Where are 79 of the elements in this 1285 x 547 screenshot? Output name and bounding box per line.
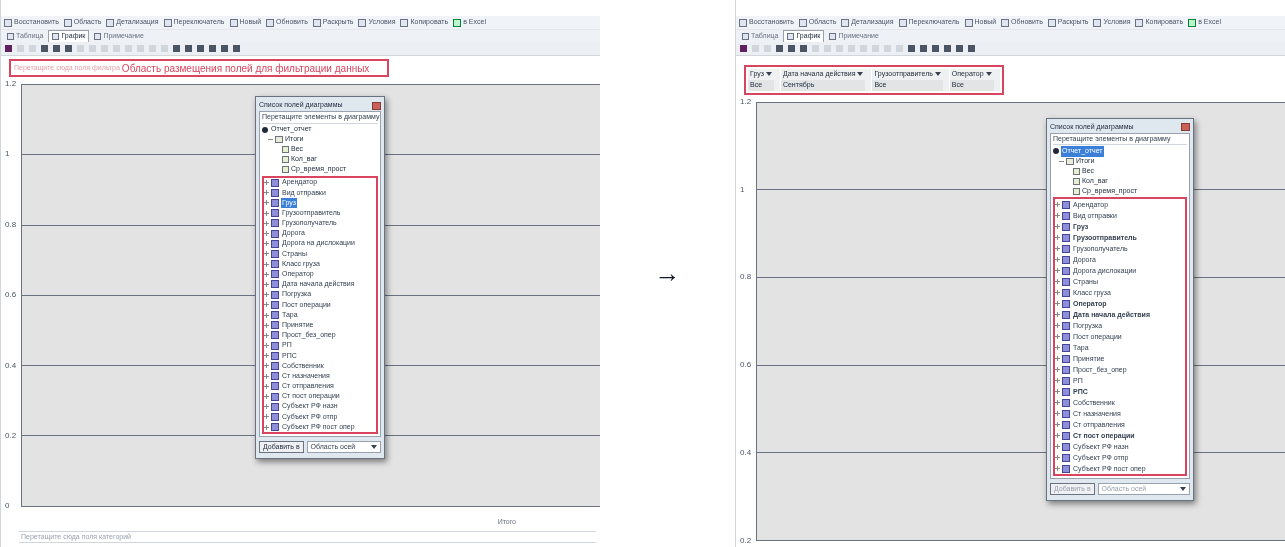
expand-icon[interactable] <box>1055 422 1060 428</box>
expand-icon[interactable] <box>264 394 269 400</box>
axis-tick-label: 1 <box>5 150 11 159</box>
expand-icon[interactable] <box>1055 235 1060 241</box>
close-button[interactable] <box>372 101 381 110</box>
axis-tick-label: 0.6 <box>740 361 753 370</box>
axis-tick-label: 0.2 <box>5 432 18 441</box>
expand-icon[interactable] <box>1055 224 1060 230</box>
expand-icon[interactable] <box>1055 345 1060 351</box>
expand-icon[interactable] <box>264 251 269 257</box>
expand-icon[interactable] <box>264 261 269 267</box>
expand-icon[interactable] <box>1055 455 1060 461</box>
expand-icon[interactable] <box>1055 246 1060 252</box>
expand-icon[interactable] <box>264 292 269 298</box>
expand-icon[interactable] <box>264 332 269 338</box>
expand-icon[interactable] <box>264 180 269 186</box>
dropdown-arrow-icon <box>985 72 992 77</box>
filter-area-caption: Область размещения полей для фильтрации данных <box>121 61 370 76</box>
grid-icon <box>453 18 462 27</box>
expand-icon[interactable] <box>1055 389 1060 395</box>
axis-tick-label: 1.2 <box>740 97 753 106</box>
axis-tick-label: 0.2 <box>740 536 753 545</box>
expand-icon[interactable] <box>264 302 269 308</box>
expand-icon[interactable] <box>1055 400 1060 406</box>
dropdown-arrow-icon <box>934 72 941 77</box>
axis-tick-label: 0.8 <box>5 220 18 229</box>
expand-icon[interactable] <box>1055 411 1060 417</box>
expand-icon[interactable] <box>264 241 269 247</box>
expand-icon[interactable] <box>264 220 269 226</box>
close-button[interactable] <box>1181 123 1190 132</box>
dropdown-arrow-icon <box>857 72 864 77</box>
expand-icon[interactable] <box>264 363 269 369</box>
expand-icon[interactable] <box>1055 312 1060 318</box>
expand-icon[interactable] <box>264 200 269 206</box>
axis-tick-label: 1.2 <box>5 80 18 88</box>
expand-icon[interactable] <box>1055 268 1060 274</box>
dropdown-arrow-icon <box>765 72 772 77</box>
sum-table-icon <box>1066 157 1074 165</box>
dropdown-arrow-icon <box>371 445 377 450</box>
expand-icon[interactable] <box>1055 466 1060 472</box>
expand-icon[interactable] <box>264 271 269 277</box>
expand-icon[interactable] <box>264 231 269 237</box>
expand-icon[interactable] <box>264 190 269 196</box>
expand-icon[interactable] <box>264 404 269 410</box>
arrow-symbol: → <box>654 257 681 290</box>
expand-icon[interactable] <box>1055 213 1060 219</box>
collapse-icon[interactable] <box>268 137 273 142</box>
expand-icon[interactable] <box>1055 444 1060 450</box>
expand-icon[interactable] <box>1055 378 1060 384</box>
axis-tick-label: 0.8 <box>740 273 753 282</box>
axis-tick-label: 0.4 <box>5 361 18 370</box>
axis-tick-label: 0 <box>5 502 11 511</box>
expand-icon[interactable] <box>264 424 269 430</box>
expand-icon[interactable] <box>264 281 269 287</box>
expand-icon[interactable] <box>1055 257 1060 263</box>
expand-icon[interactable] <box>264 414 269 420</box>
expand-icon[interactable] <box>264 373 269 379</box>
grid-icon <box>1188 18 1197 27</box>
expand-icon[interactable] <box>1055 367 1060 373</box>
expand-icon[interactable] <box>264 312 269 318</box>
expand-icon[interactable] <box>1055 202 1060 208</box>
dropdown-arrow-icon <box>1180 487 1186 492</box>
expand-icon[interactable] <box>1055 433 1060 439</box>
expand-icon[interactable] <box>1055 279 1060 285</box>
expand-icon[interactable] <box>264 322 269 328</box>
expand-icon[interactable] <box>264 353 269 359</box>
sum-table-icon <box>275 136 283 143</box>
axis-tick-label: 0.6 <box>5 291 18 300</box>
expand-icon[interactable] <box>1055 290 1060 296</box>
expand-icon[interactable] <box>264 383 269 389</box>
collapse-icon[interactable] <box>1059 158 1064 164</box>
expand-icon[interactable] <box>264 210 269 216</box>
expand-icon[interactable] <box>264 343 269 349</box>
expand-icon[interactable] <box>1055 301 1060 307</box>
axis-tick-label: 0.4 <box>740 449 753 458</box>
axis-tick-label: 1 <box>740 185 746 194</box>
expand-icon[interactable] <box>1055 323 1060 329</box>
expand-icon[interactable] <box>1055 334 1060 340</box>
expand-icon[interactable] <box>1055 356 1060 362</box>
